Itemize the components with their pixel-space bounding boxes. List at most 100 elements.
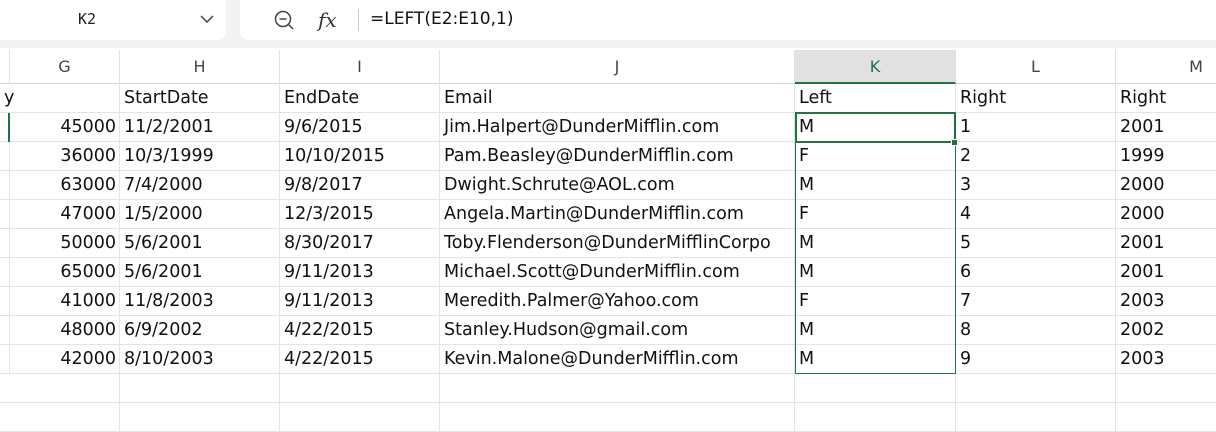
cell-j9[interactable]: Stanley.Hudson@gmail.com [440, 316, 795, 345]
cell-g9[interactable]: 48000 [10, 316, 120, 345]
cell-i5[interactable]: 12/3/2015 [280, 200, 440, 229]
cell-partial[interactable] [0, 200, 10, 229]
column-header-m[interactable]: M [1116, 50, 1216, 84]
cell-g7[interactable]: 65000 [10, 258, 120, 287]
cell-g2[interactable]: 45000 [10, 113, 120, 142]
cell-k5[interactable]: F [795, 200, 956, 229]
empty-cell[interactable] [795, 374, 956, 403]
cell-i10[interactable]: 4/22/2015 [280, 345, 440, 374]
cell-j5[interactable]: Angela.Martin@DunderMifflin.com [440, 200, 795, 229]
empty-cell[interactable] [120, 403, 280, 432]
cell-g4[interactable]: 63000 [10, 171, 120, 200]
empty-cell[interactable] [0, 374, 120, 403]
cell-partial[interactable] [0, 345, 10, 374]
cell-k2[interactable]: M [795, 113, 956, 142]
cell-i1[interactable]: EndDate [280, 84, 440, 113]
cell-k7[interactable]: M [795, 258, 956, 287]
cell-i8[interactable]: 9/11/2013 [280, 287, 440, 316]
formula-input[interactable]: =LEFT(E2:E10,1) [370, 9, 513, 29]
column-header-k[interactable]: K [795, 50, 956, 84]
cell-l1[interactable]: Right [956, 84, 1116, 113]
cell-partial[interactable] [0, 316, 10, 345]
cell-k4[interactable]: M [795, 171, 956, 200]
empty-cell[interactable] [1116, 374, 1216, 403]
cell-j10[interactable]: Kevin.Malone@DunderMifflin.com [440, 345, 795, 374]
cell-h4[interactable]: 7/4/2000 [120, 171, 280, 200]
cell-i2[interactable]: 9/6/2015 [280, 113, 440, 142]
cell-l7[interactable]: 6 [956, 258, 1116, 287]
cell-m3[interactable]: 1999 [1116, 142, 1216, 171]
column-header-partial[interactable] [0, 50, 10, 84]
cell-l4[interactable]: 3 [956, 171, 1116, 200]
cell-j2[interactable]: Jim.Halpert@DunderMifflin.com [440, 113, 795, 142]
empty-cell[interactable] [440, 374, 795, 403]
cell-l3[interactable]: 2 [956, 142, 1116, 171]
cell-m4[interactable]: 2000 [1116, 171, 1216, 200]
cell-l5[interactable]: 4 [956, 200, 1116, 229]
cell-k6[interactable]: M [795, 229, 956, 258]
fill-handle[interactable] [951, 139, 958, 146]
cell-i7[interactable]: 9/11/2013 [280, 258, 440, 287]
cell-partial[interactable] [0, 171, 10, 200]
cell-h9[interactable]: 6/9/2002 [120, 316, 280, 345]
cell-partial[interactable] [0, 229, 10, 258]
empty-cell[interactable] [1116, 403, 1216, 432]
zoom-out-icon[interactable] [272, 8, 296, 32]
cell-h3[interactable]: 10/3/1999 [120, 142, 280, 171]
cell-j8[interactable]: Meredith.Palmer@Yahoo.com [440, 287, 795, 316]
column-header-l[interactable]: L [956, 50, 1116, 84]
cell-l2[interactable]: 1 [956, 113, 1116, 142]
cell-j4[interactable]: Dwight.Schrute@AOL.com [440, 171, 795, 200]
cell-g1[interactable]: y [0, 84, 120, 113]
cell-j1[interactable]: Email [440, 84, 795, 113]
empty-cell[interactable] [956, 403, 1116, 432]
cell-i9[interactable]: 4/22/2015 [280, 316, 440, 345]
cell-l6[interactable]: 5 [956, 229, 1116, 258]
cell-h10[interactable]: 8/10/2003 [120, 345, 280, 374]
cell-m6[interactable]: 2001 [1116, 229, 1216, 258]
empty-cell[interactable] [120, 374, 280, 403]
cell-j7[interactable]: Michael.Scott@DunderMifflin.com [440, 258, 795, 287]
cell-g5[interactable]: 47000 [10, 200, 120, 229]
cell-j3[interactable]: Pam.Beasley@DunderMifflin.com [440, 142, 795, 171]
cell-k3[interactable]: F [795, 142, 956, 171]
cell-h7[interactable]: 5/6/2001 [120, 258, 280, 287]
cell-m5[interactable]: 2000 [1116, 200, 1216, 229]
chevron-down-icon[interactable] [198, 10, 216, 28]
empty-cell[interactable] [0, 403, 120, 432]
cell-partial[interactable] [0, 142, 10, 171]
cell-h2[interactable]: 11/2/2001 [120, 113, 280, 142]
name-box[interactable]: K2 [0, 0, 226, 40]
cell-h1[interactable]: StartDate [120, 84, 280, 113]
column-header-h[interactable]: H [120, 50, 280, 84]
cell-g6[interactable]: 50000 [10, 229, 120, 258]
cell-h8[interactable]: 11/8/2003 [120, 287, 280, 316]
cell-g8[interactable]: 41000 [10, 287, 120, 316]
empty-cell[interactable] [280, 374, 440, 403]
empty-cell[interactable] [440, 403, 795, 432]
empty-cell[interactable] [795, 403, 956, 432]
fx-icon[interactable]: fx [318, 8, 337, 32]
cell-l9[interactable]: 8 [956, 316, 1116, 345]
cell-m1[interactable]: Right [1116, 84, 1216, 113]
cell-h5[interactable]: 1/5/2000 [120, 200, 280, 229]
column-header-j[interactable]: J [440, 50, 795, 84]
cell-partial[interactable] [0, 258, 10, 287]
cell-k8[interactable]: F [795, 287, 956, 316]
cell-m8[interactable]: 2003 [1116, 287, 1216, 316]
cell-partial[interactable] [0, 287, 10, 316]
column-header-i[interactable]: I [280, 50, 440, 84]
cell-i4[interactable]: 9/8/2017 [280, 171, 440, 200]
cell-h6[interactable]: 5/6/2001 [120, 229, 280, 258]
cell-k9[interactable]: M [795, 316, 956, 345]
cell-k10[interactable]: M [795, 345, 956, 374]
cell-i6[interactable]: 8/30/2017 [280, 229, 440, 258]
cell-k1[interactable]: Left [795, 84, 956, 113]
cell-m9[interactable]: 2002 [1116, 316, 1216, 345]
cell-i3[interactable]: 10/10/2015 [280, 142, 440, 171]
cell-j6[interactable]: Toby.Flenderson@DunderMifflinCorpo [440, 229, 795, 258]
cell-l10[interactable]: 9 [956, 345, 1116, 374]
empty-cell[interactable] [280, 403, 440, 432]
cell-l8[interactable]: 7 [956, 287, 1116, 316]
cell-m2[interactable]: 2001 [1116, 113, 1216, 142]
